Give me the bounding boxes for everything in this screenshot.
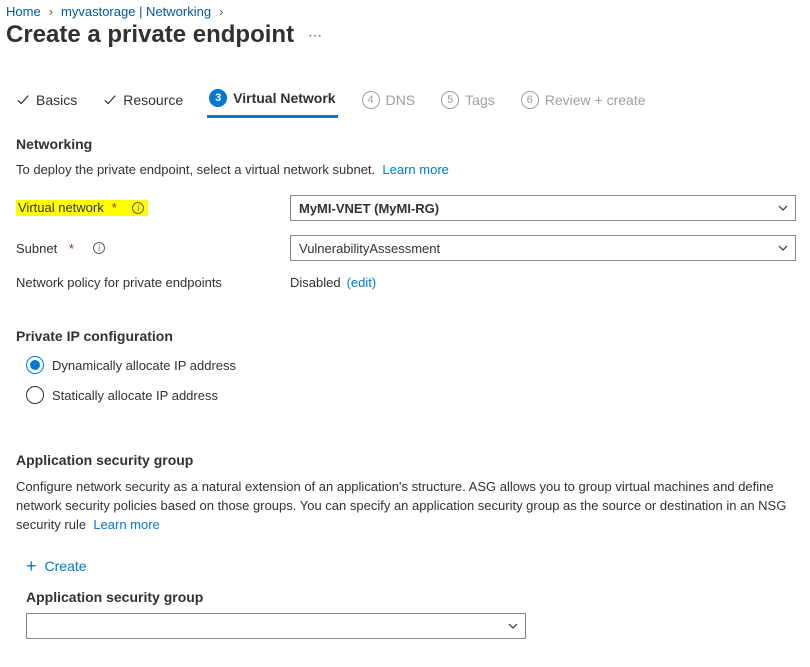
asg-select[interactable] <box>26 613 526 639</box>
tab-basics-label: Basics <box>36 92 77 108</box>
step-number: 4 <box>362 91 380 109</box>
tab-tags-label: Tags <box>465 92 495 108</box>
network-policy-edit[interactable]: (edit) <box>347 275 377 290</box>
tab-vnet-label: Virtual Network <box>233 90 335 106</box>
breadcrumb-home[interactable]: Home <box>6 4 41 19</box>
breadcrumb-resource[interactable]: myvastorage | Networking <box>61 4 211 19</box>
radio-dynamic-ip[interactable]: Dynamically allocate IP address <box>26 356 796 374</box>
breadcrumb: Home › myvastorage | Networking › <box>6 4 804 19</box>
radio-static-label: Statically allocate IP address <box>52 388 218 403</box>
chevron-right-icon: › <box>49 4 53 19</box>
virtual-network-label: Virtual network* i <box>16 200 148 216</box>
check-icon <box>103 93 117 107</box>
info-icon[interactable]: i <box>132 202 144 214</box>
radio-icon <box>26 356 44 374</box>
tab-review-label: Review + create <box>545 92 646 108</box>
section-asg: Application security group <box>16 452 796 468</box>
tab-virtual-network[interactable]: 3 Virtual Network <box>207 83 337 118</box>
chevron-down-icon <box>507 620 519 632</box>
step-number: 5 <box>441 91 459 109</box>
networking-learn-more[interactable]: Learn more <box>382 162 448 177</box>
radio-dynamic-label: Dynamically allocate IP address <box>52 358 236 373</box>
tab-dns: 4 DNS <box>360 85 418 117</box>
asg-create-button[interactable]: + Create <box>26 557 87 575</box>
info-icon[interactable]: i <box>93 242 105 254</box>
subnet-select[interactable]: VulnerabilityAssessment <box>290 235 796 261</box>
step-number: 3 <box>209 89 227 107</box>
tab-review: 6 Review + create <box>519 85 648 117</box>
networking-help: To deploy the private endpoint, select a… <box>16 162 796 177</box>
more-icon[interactable]: ⋯ <box>308 27 324 44</box>
tab-tags: 5 Tags <box>439 85 497 117</box>
ip-config-radio-group: Dynamically allocate IP address Statical… <box>26 356 796 404</box>
network-policy-label: Network policy for private endpoints <box>16 275 288 290</box>
virtual-network-select[interactable]: MyMI-VNET (MyMI-RG) <box>290 195 796 221</box>
chevron-down-icon <box>777 242 789 254</box>
tab-resource-label: Resource <box>123 92 183 108</box>
chevron-right-icon: › <box>219 4 223 19</box>
wizard-tabs: Basics Resource 3 Virtual Network 4 DNS … <box>6 83 804 118</box>
radio-icon <box>26 386 44 404</box>
page-title: Create a private endpoint ⋯ <box>6 21 804 49</box>
asg-learn-more[interactable]: Learn more <box>93 517 159 532</box>
radio-static-ip[interactable]: Statically allocate IP address <box>26 386 796 404</box>
section-ip-config: Private IP configuration <box>16 328 796 344</box>
plus-icon: + <box>26 557 37 575</box>
asg-subheading: Application security group <box>26 589 796 605</box>
chevron-down-icon <box>777 202 789 214</box>
check-icon <box>16 93 30 107</box>
tab-basics[interactable]: Basics <box>14 86 79 116</box>
step-number: 6 <box>521 91 539 109</box>
network-policy-value: Disabled <box>290 275 341 290</box>
asg-description: Configure network security as a natural … <box>16 478 796 535</box>
tab-dns-label: DNS <box>386 92 416 108</box>
tab-resource[interactable]: Resource <box>101 86 185 116</box>
subnet-label: Subnet * i <box>16 241 288 256</box>
section-networking: Networking <box>16 136 796 152</box>
